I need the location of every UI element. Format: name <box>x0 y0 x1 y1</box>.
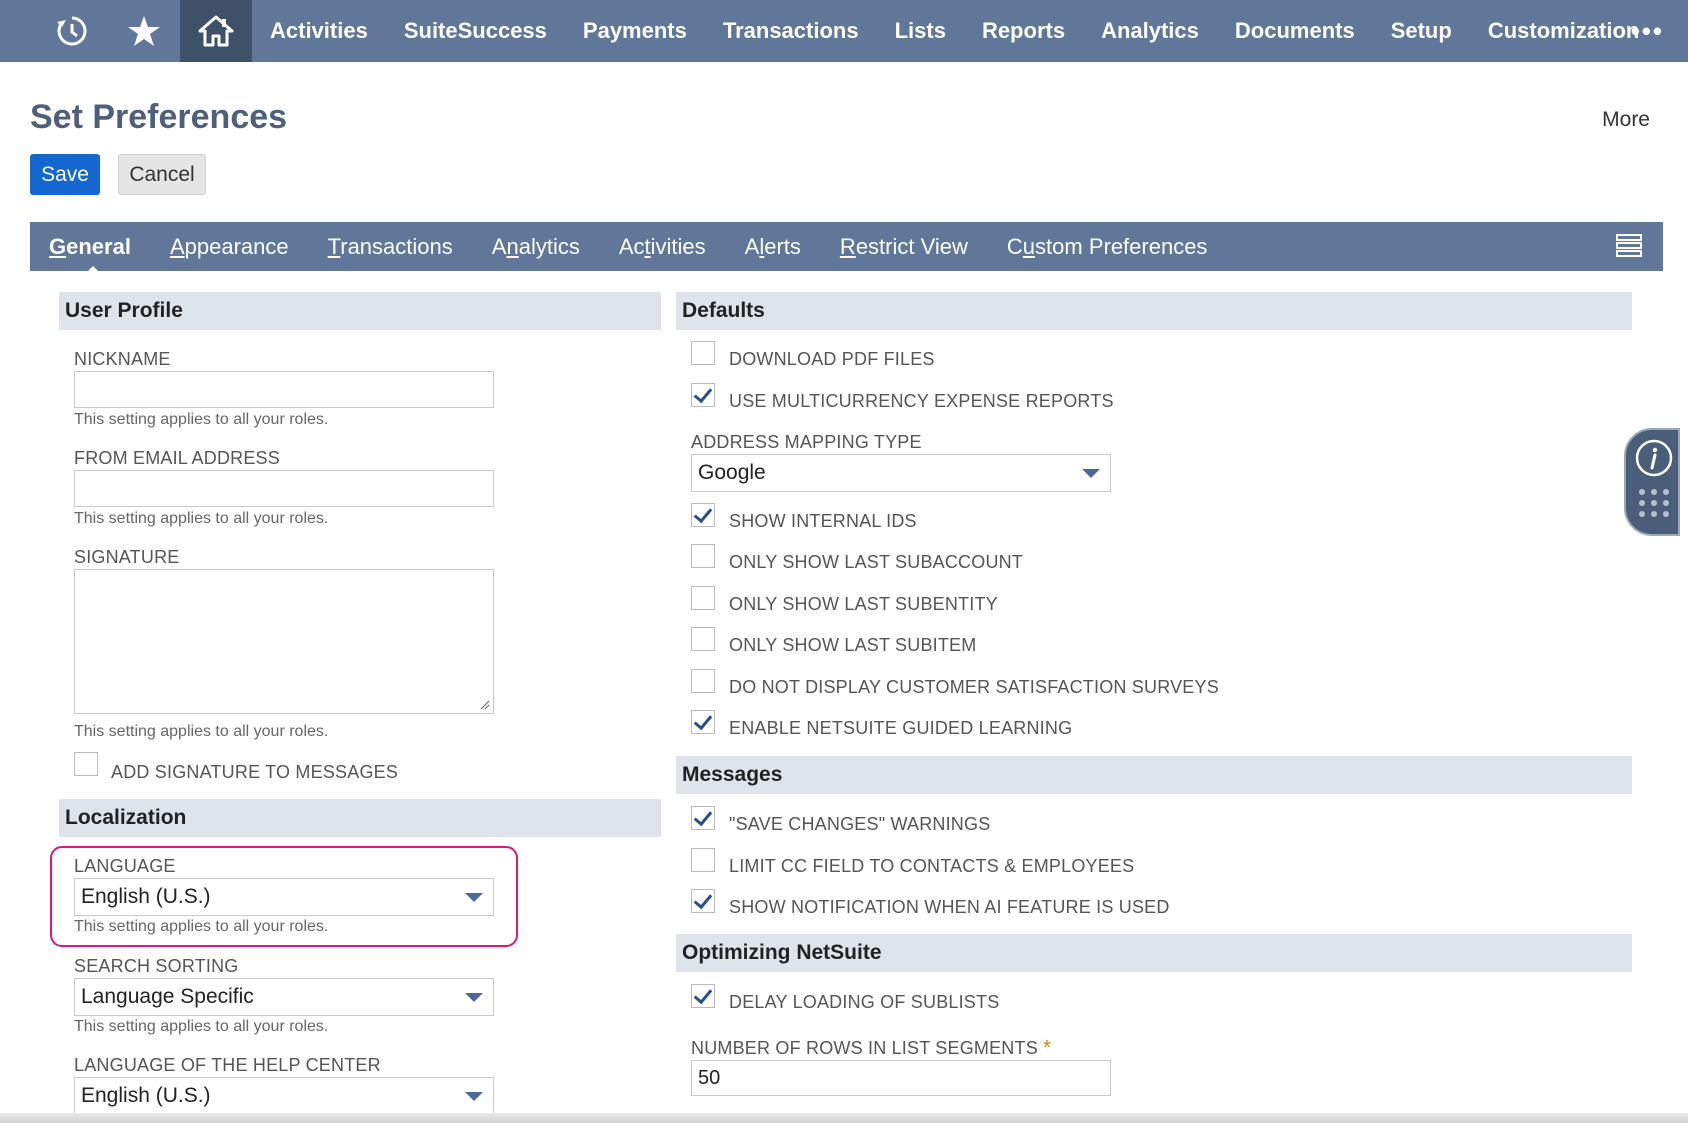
from-email-label: FROM EMAIL ADDRESS <box>74 448 280 468</box>
tab-transactions[interactable]: Transactions <box>328 234 453 260</box>
search-sorting-help: This setting applies to all your roles. <box>74 1018 329 1035</box>
favorites-star-icon[interactable] <box>108 0 180 62</box>
rows-in-segments-input[interactable]: 50 <box>691 1060 1111 1096</box>
home-icon[interactable] <box>180 0 252 62</box>
page-bottom-edge <box>0 1113 1688 1123</box>
no-surveys-label: DO NOT DISPLAY CUSTOMER SATISFACTION SUR… <box>729 677 1219 697</box>
more-menu-icon[interactable]: ••• <box>1631 0 1664 62</box>
preference-subtabs: General Appearance Transactions Analytic… <box>30 222 1663 274</box>
nav-lists[interactable]: Lists <box>877 0 964 62</box>
language-select[interactable]: English (U.S.) <box>74 878 494 916</box>
top-navigation-bar: Activities SuiteSuccess Payments Transac… <box>0 0 1688 62</box>
defaults-header: Defaults <box>676 292 1632 330</box>
search-sorting-label: SEARCH SORTING <box>74 956 239 976</box>
dropdown-arrow-icon <box>465 1092 483 1101</box>
nav-payments[interactable]: Payments <box>565 0 705 62</box>
nav-activities[interactable]: Activities <box>252 0 386 62</box>
nav-suitesuccess[interactable]: SuiteSuccess <box>386 0 565 62</box>
add-signature-checkbox[interactable] <box>74 752 98 776</box>
help-widget[interactable] <box>1624 428 1680 536</box>
nickname-help: This setting applies to all your roles. <box>74 411 329 428</box>
address-mapping-select[interactable]: Google <box>691 454 1111 492</box>
ai-notification-checkbox[interactable] <box>691 889 715 913</box>
tab-custom-preferences[interactable]: Custom Preferences <box>1007 234 1208 260</box>
nav-transactions[interactable]: Transactions <box>705 0 877 62</box>
save-button[interactable]: Save <box>30 154 100 195</box>
signature-textarea[interactable] <box>74 569 494 714</box>
no-surveys-checkbox[interactable] <box>691 669 715 693</box>
resize-handle-icon[interactable] <box>480 700 490 710</box>
last-subitem-checkbox[interactable] <box>691 627 715 651</box>
signature-label: SIGNATURE <box>74 547 180 567</box>
save-changes-warnings-checkbox[interactable] <box>691 806 715 830</box>
add-signature-label: ADD SIGNATURE TO MESSAGES <box>111 762 399 782</box>
dropdown-arrow-icon <box>465 993 483 1002</box>
from-email-input[interactable] <box>74 470 494 507</box>
multicurrency-label: USE MULTICURRENCY EXPENSE REPORTS <box>729 391 1114 411</box>
page-title: Set Preferences <box>30 98 288 136</box>
guided-learning-label: ENABLE NETSUITE GUIDED LEARNING <box>729 718 1073 738</box>
cancel-button[interactable]: Cancel <box>118 154 206 195</box>
nav-analytics[interactable]: Analytics <box>1083 0 1217 62</box>
user-profile-header: User Profile <box>59 292 661 330</box>
last-subentity-label: ONLY SHOW LAST SUBENTITY <box>729 594 998 614</box>
dropdown-arrow-icon <box>1082 469 1100 478</box>
guided-learning-checkbox[interactable] <box>691 710 715 734</box>
language-help: This setting applies to all your roles. <box>74 918 329 935</box>
tab-list-menu-icon[interactable] <box>1615 232 1643 260</box>
nickname-input[interactable] <box>74 371 494 408</box>
address-mapping-label: ADDRESS MAPPING TYPE <box>691 432 922 452</box>
last-subentity-checkbox[interactable] <box>691 586 715 610</box>
tab-alerts[interactable]: Alerts <box>745 234 801 260</box>
address-mapping-value: Google <box>698 461 766 484</box>
limit-cc-checkbox[interactable] <box>691 848 715 872</box>
search-sorting-value: Language Specific <box>81 985 254 1008</box>
tab-restrict-view[interactable]: Restrict View <box>840 234 968 260</box>
limit-cc-label: LIMIT CC FIELD TO CONTACTS & EMPLOYEES <box>729 856 1135 876</box>
multicurrency-checkbox[interactable] <box>691 383 715 407</box>
tab-general[interactable]: General <box>49 234 131 274</box>
optimizing-header: Optimizing NetSuite <box>676 934 1632 972</box>
delay-sublists-label: DELAY LOADING OF SUBLISTS <box>729 992 1000 1012</box>
localization-header: Localization <box>59 799 661 837</box>
rows-in-segments-label: NUMBER OF ROWS IN LIST SEGMENTS * <box>691 1037 1052 1059</box>
last-subaccount-label: ONLY SHOW LAST SUBACCOUNT <box>729 552 1024 572</box>
delay-sublists-checkbox[interactable] <box>691 984 715 1008</box>
nav-documents[interactable]: Documents <box>1217 0 1373 62</box>
required-star-icon: * <box>1043 1037 1052 1059</box>
nav-reports[interactable]: Reports <box>964 0 1083 62</box>
messages-header: Messages <box>676 756 1632 794</box>
recent-records-icon[interactable] <box>36 0 108 62</box>
ai-notification-label: SHOW NOTIFICATION WHEN AI FEATURE IS USE… <box>729 897 1170 917</box>
help-center-language-value: English (U.S.) <box>81 1084 211 1107</box>
tab-activities[interactable]: Activities <box>619 234 706 260</box>
search-sorting-select[interactable]: Language Specific <box>74 978 494 1016</box>
more-actions-link[interactable]: More <box>1602 108 1650 132</box>
dropdown-arrow-icon <box>465 893 483 902</box>
last-subitem-label: ONLY SHOW LAST SUBITEM <box>729 635 977 655</box>
help-center-language-label: LANGUAGE OF THE HELP CENTER <box>74 1055 381 1075</box>
save-changes-warnings-label: "SAVE CHANGES" WARNINGS <box>729 814 991 834</box>
apps-grid-icon[interactable] <box>1639 489 1669 517</box>
show-internal-ids-label: SHOW INTERNAL IDS <box>729 511 917 531</box>
nickname-label: NICKNAME <box>74 349 171 369</box>
last-subaccount-checkbox[interactable] <box>691 544 715 568</box>
show-internal-ids-checkbox[interactable] <box>691 503 715 527</box>
from-email-help: This setting applies to all your roles. <box>74 510 329 527</box>
language-value: English (U.S.) <box>81 885 211 908</box>
nav-customization[interactable]: Customization <box>1470 0 1658 62</box>
nav-setup[interactable]: Setup <box>1373 0 1470 62</box>
help-center-language-select[interactable]: English (U.S.) <box>74 1077 494 1115</box>
download-pdf-checkbox[interactable] <box>691 341 715 365</box>
tab-appearance[interactable]: Appearance <box>170 234 289 260</box>
download-pdf-label: DOWNLOAD PDF FILES <box>729 349 935 369</box>
tab-analytics[interactable]: Analytics <box>492 234 580 260</box>
signature-help: This setting applies to all your roles. <box>74 723 329 740</box>
language-label: LANGUAGE <box>74 856 176 876</box>
info-icon[interactable] <box>1635 439 1673 477</box>
